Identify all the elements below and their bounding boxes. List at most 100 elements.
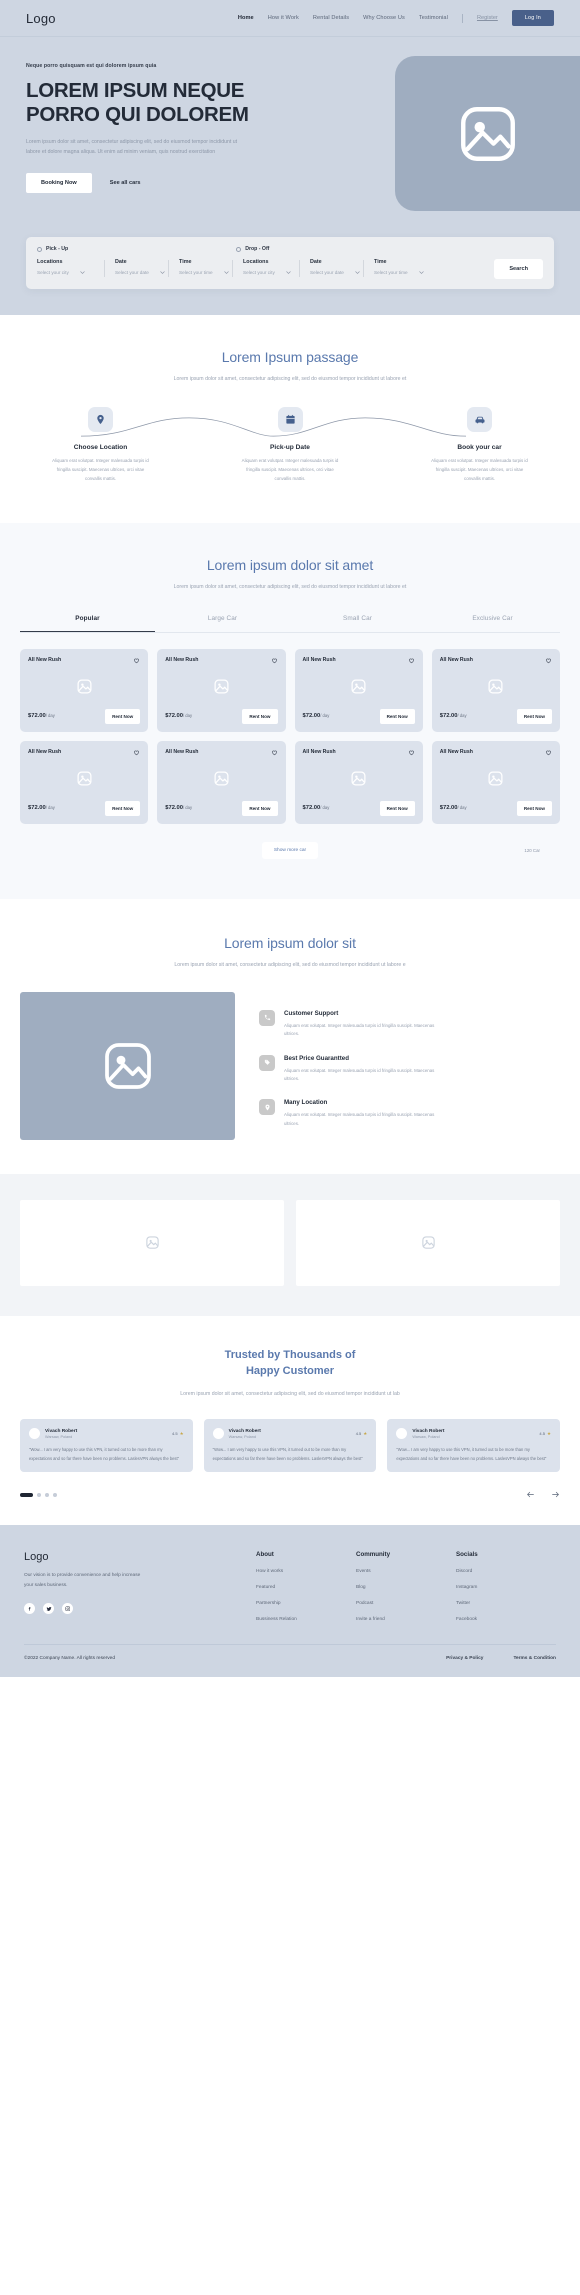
footer-link[interactable]: Invite a friend [356,1617,456,1622]
favorite-heart-icon[interactable] [133,657,140,664]
footer-link[interactable]: Partnership [256,1601,356,1606]
show-more-car-button[interactable]: Show more car [261,841,319,859]
landing-page: Logo Home How it Work Rental Details Why… [0,0,580,1678]
footer-logo[interactable]: Logo [24,1551,256,1563]
favorite-heart-icon[interactable] [271,749,278,756]
carousel-dot[interactable] [45,1492,49,1497]
testimonial-rating: 4.5 ★ [355,1430,368,1437]
footer-link[interactable]: Featured [256,1585,356,1590]
nav-link-why-choose-us[interactable]: Why Choose Us [363,15,405,21]
pickup-radio[interactable]: Pick - Up [37,246,68,252]
nav-link-rental-details[interactable]: Rental Details [313,15,349,21]
footer-link[interactable]: Bussiness Relation [256,1617,356,1622]
instagram-icon[interactable] [62,1603,73,1615]
carousel-dot[interactable] [53,1492,57,1497]
see-all-cars-button[interactable]: See all cars [100,173,151,193]
carousel-dot[interactable] [20,1492,33,1497]
nav-link-how-it-work[interactable]: How it Work [268,15,299,21]
rent-now-button[interactable]: Rent Now [516,800,552,816]
testimonial-location: Warsaw, Poland [228,1434,256,1439]
feature-title: Customer Support [284,1009,339,1017]
rent-now-button[interactable]: Rent Now [105,800,141,816]
tab-exclusive-car[interactable]: Exclusive Car [425,615,560,632]
rent-now-button[interactable]: Rent Now [105,708,141,724]
car-name: All New Rush [439,748,473,755]
terms-condition-link[interactable]: Terms & Condition [513,1656,556,1661]
brand-logo[interactable]: Logo [26,11,56,26]
testimonial-header: Vivach Robert Warsaw, Poland 4.5 ★ [212,1428,368,1440]
rent-now-button[interactable]: Rent Now [379,708,415,724]
tab-large-car[interactable]: Large Car [155,615,290,632]
footer-link[interactable]: Instagram [456,1585,556,1590]
field-dropoff-date[interactable]: Date Select your date [299,259,363,277]
arrow-right-icon[interactable] [551,1490,560,1499]
rent-now-button[interactable]: Rent Now [242,708,278,724]
twitter-icon[interactable] [43,1603,54,1615]
image-placeholder-icon [214,771,229,786]
field-dropoff-location[interactable]: Locations Select your city [232,259,299,277]
phone-icon [259,1009,275,1026]
testimonial-rating: 4.5 ★ [539,1430,551,1437]
nav-link-home[interactable]: Home [238,15,254,21]
car-card[interactable]: All New Rush $72.00/ day Rent Now [431,648,560,732]
footer-link[interactable]: Facebook [456,1617,556,1622]
avatar [29,1428,40,1440]
car-card[interactable]: All New Rush $72.00/ day Rent Now [157,740,286,824]
step-title: Choose Location [73,444,128,452]
car-card[interactable]: All New Rush $72.00/ day Rent Now [431,740,560,824]
favorite-heart-icon[interactable] [133,749,140,756]
field-pickup-time[interactable]: Time Select your time [168,259,232,277]
feature-description: Aliquam erat volutpat. Integer malesuada… [284,1067,435,1082]
footer-link[interactable]: Events [356,1569,456,1574]
hero-subtitle: Lorem ipsum dolor sit amet, consectetur … [26,139,238,155]
car-card[interactable]: All New Rush $72.00/ day Rent Now [20,740,149,824]
car-card[interactable]: All New Rush $72.00/ day Rent Now [294,648,423,732]
features-list: Customer Support Aliquam erat volutpat. … [259,992,560,1128]
arrow-left-icon[interactable] [526,1490,535,1499]
rent-now-button[interactable]: Rent Now [379,800,415,816]
footer-link[interactable]: Blog [356,1585,456,1590]
booking-now-button[interactable]: Booking Now [26,172,92,193]
car-image [303,756,415,801]
footer-link[interactable]: Twitter [456,1601,556,1606]
favorite-heart-icon[interactable] [408,657,415,664]
footer-column-about: About How it works Featured Partnership … [256,1551,356,1622]
car-name: All New Rush [28,656,62,663]
dropoff-radio[interactable]: Drop - Off [236,246,269,252]
car-card-footer: $72.00/ day Rent Now [165,800,278,816]
car-card[interactable]: All New Rush $72.00/ day Rent Now [20,648,149,732]
gallery-card[interactable] [296,1199,560,1286]
field-dropoff-time[interactable]: Time Select your time [363,259,427,277]
field-pickup-date[interactable]: Date Select your date [104,259,168,277]
footer-link[interactable]: How it works [256,1569,356,1574]
login-button[interactable]: Log In [511,10,554,26]
feature-title: Best Price Guarantted [284,1054,349,1062]
tab-small-car[interactable]: Small Car [290,615,425,632]
privacy-policy-link[interactable]: Privacy & Policy [446,1656,483,1661]
carousel-dot[interactable] [37,1492,41,1497]
favorite-heart-icon[interactable] [545,657,552,664]
favorite-heart-icon[interactable] [408,749,415,756]
rent-now-button[interactable]: Rent Now [516,708,552,724]
field-value: Select your time [374,270,408,275]
nav-link-testimonial[interactable]: Testimonial [419,15,448,21]
chevron-down-icon [223,271,229,274]
footer-link[interactable]: Discord [456,1569,556,1574]
favorite-heart-icon[interactable] [545,749,552,756]
tab-popular[interactable]: Popular [20,615,155,632]
favorite-heart-icon[interactable] [271,657,278,664]
car-card[interactable]: All New Rush $72.00/ day Rent Now [157,648,286,732]
gallery-card[interactable] [20,1199,284,1286]
footer-column-community: Community Events Blog Podcast Invite a f… [356,1551,456,1622]
footer-link[interactable]: Podcast [356,1601,456,1606]
facebook-icon[interactable] [24,1603,35,1615]
field-pickup-location[interactable]: Locations Select your city [37,259,104,275]
car-card-header: All New Rush [303,749,415,756]
car-card[interactable]: All New Rush $72.00/ day Rent Now [294,740,423,824]
steps-row: Choose Location Aliquam erat volutpat. I… [26,407,554,483]
rent-now-button[interactable]: Rent Now [242,800,278,816]
field-label: Time [374,259,387,265]
search-button[interactable]: Search [494,259,543,279]
car-card-footer: $72.00/ day Rent Now [165,708,278,724]
register-link[interactable]: Register [477,15,498,21]
